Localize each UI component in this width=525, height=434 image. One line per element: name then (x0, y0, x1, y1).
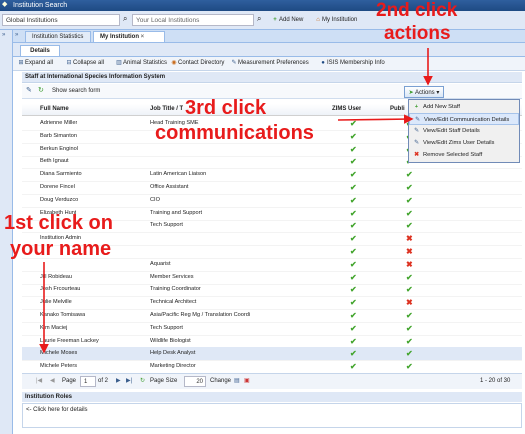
annotation-arrows (39, 48, 433, 354)
arrow-to-communication (337, 114, 414, 124)
